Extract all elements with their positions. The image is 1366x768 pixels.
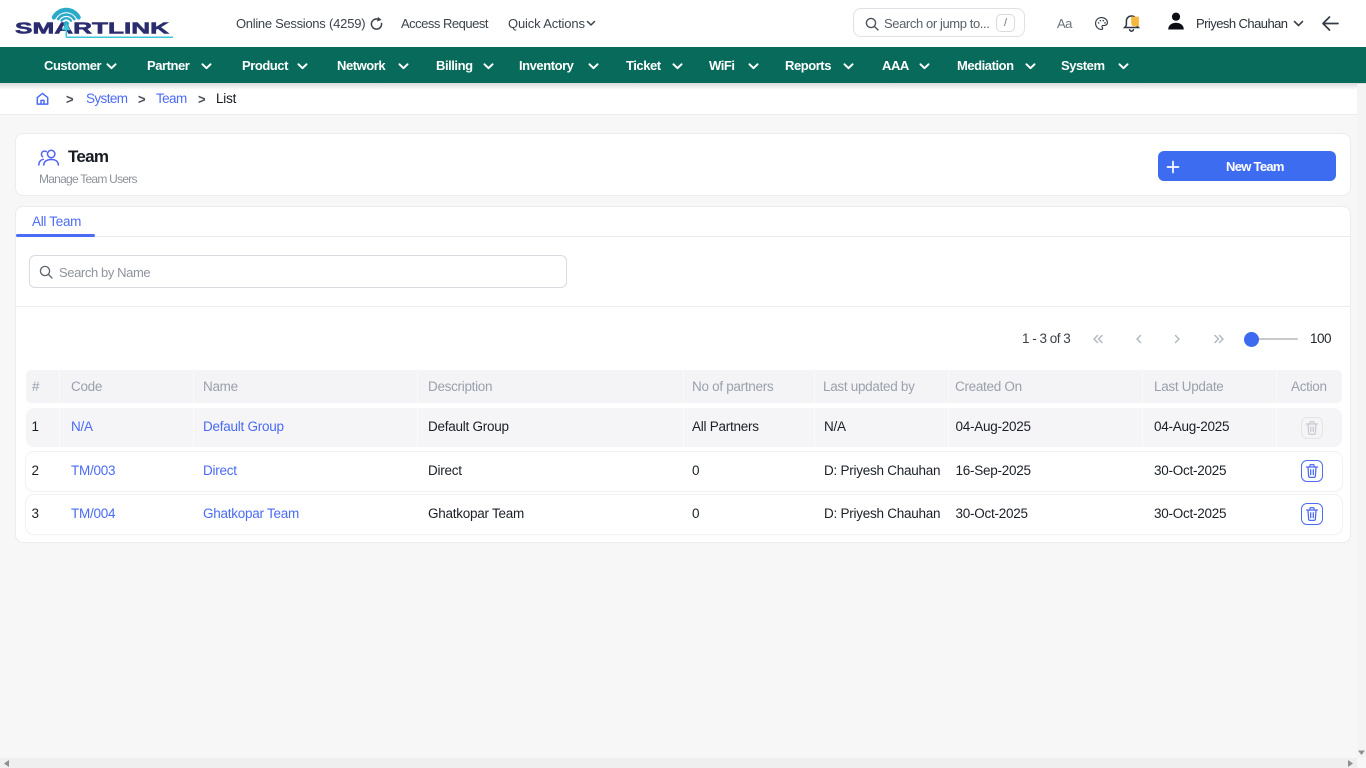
svg-text:SMARTLINK: SMARTLINK — [15, 21, 170, 38]
